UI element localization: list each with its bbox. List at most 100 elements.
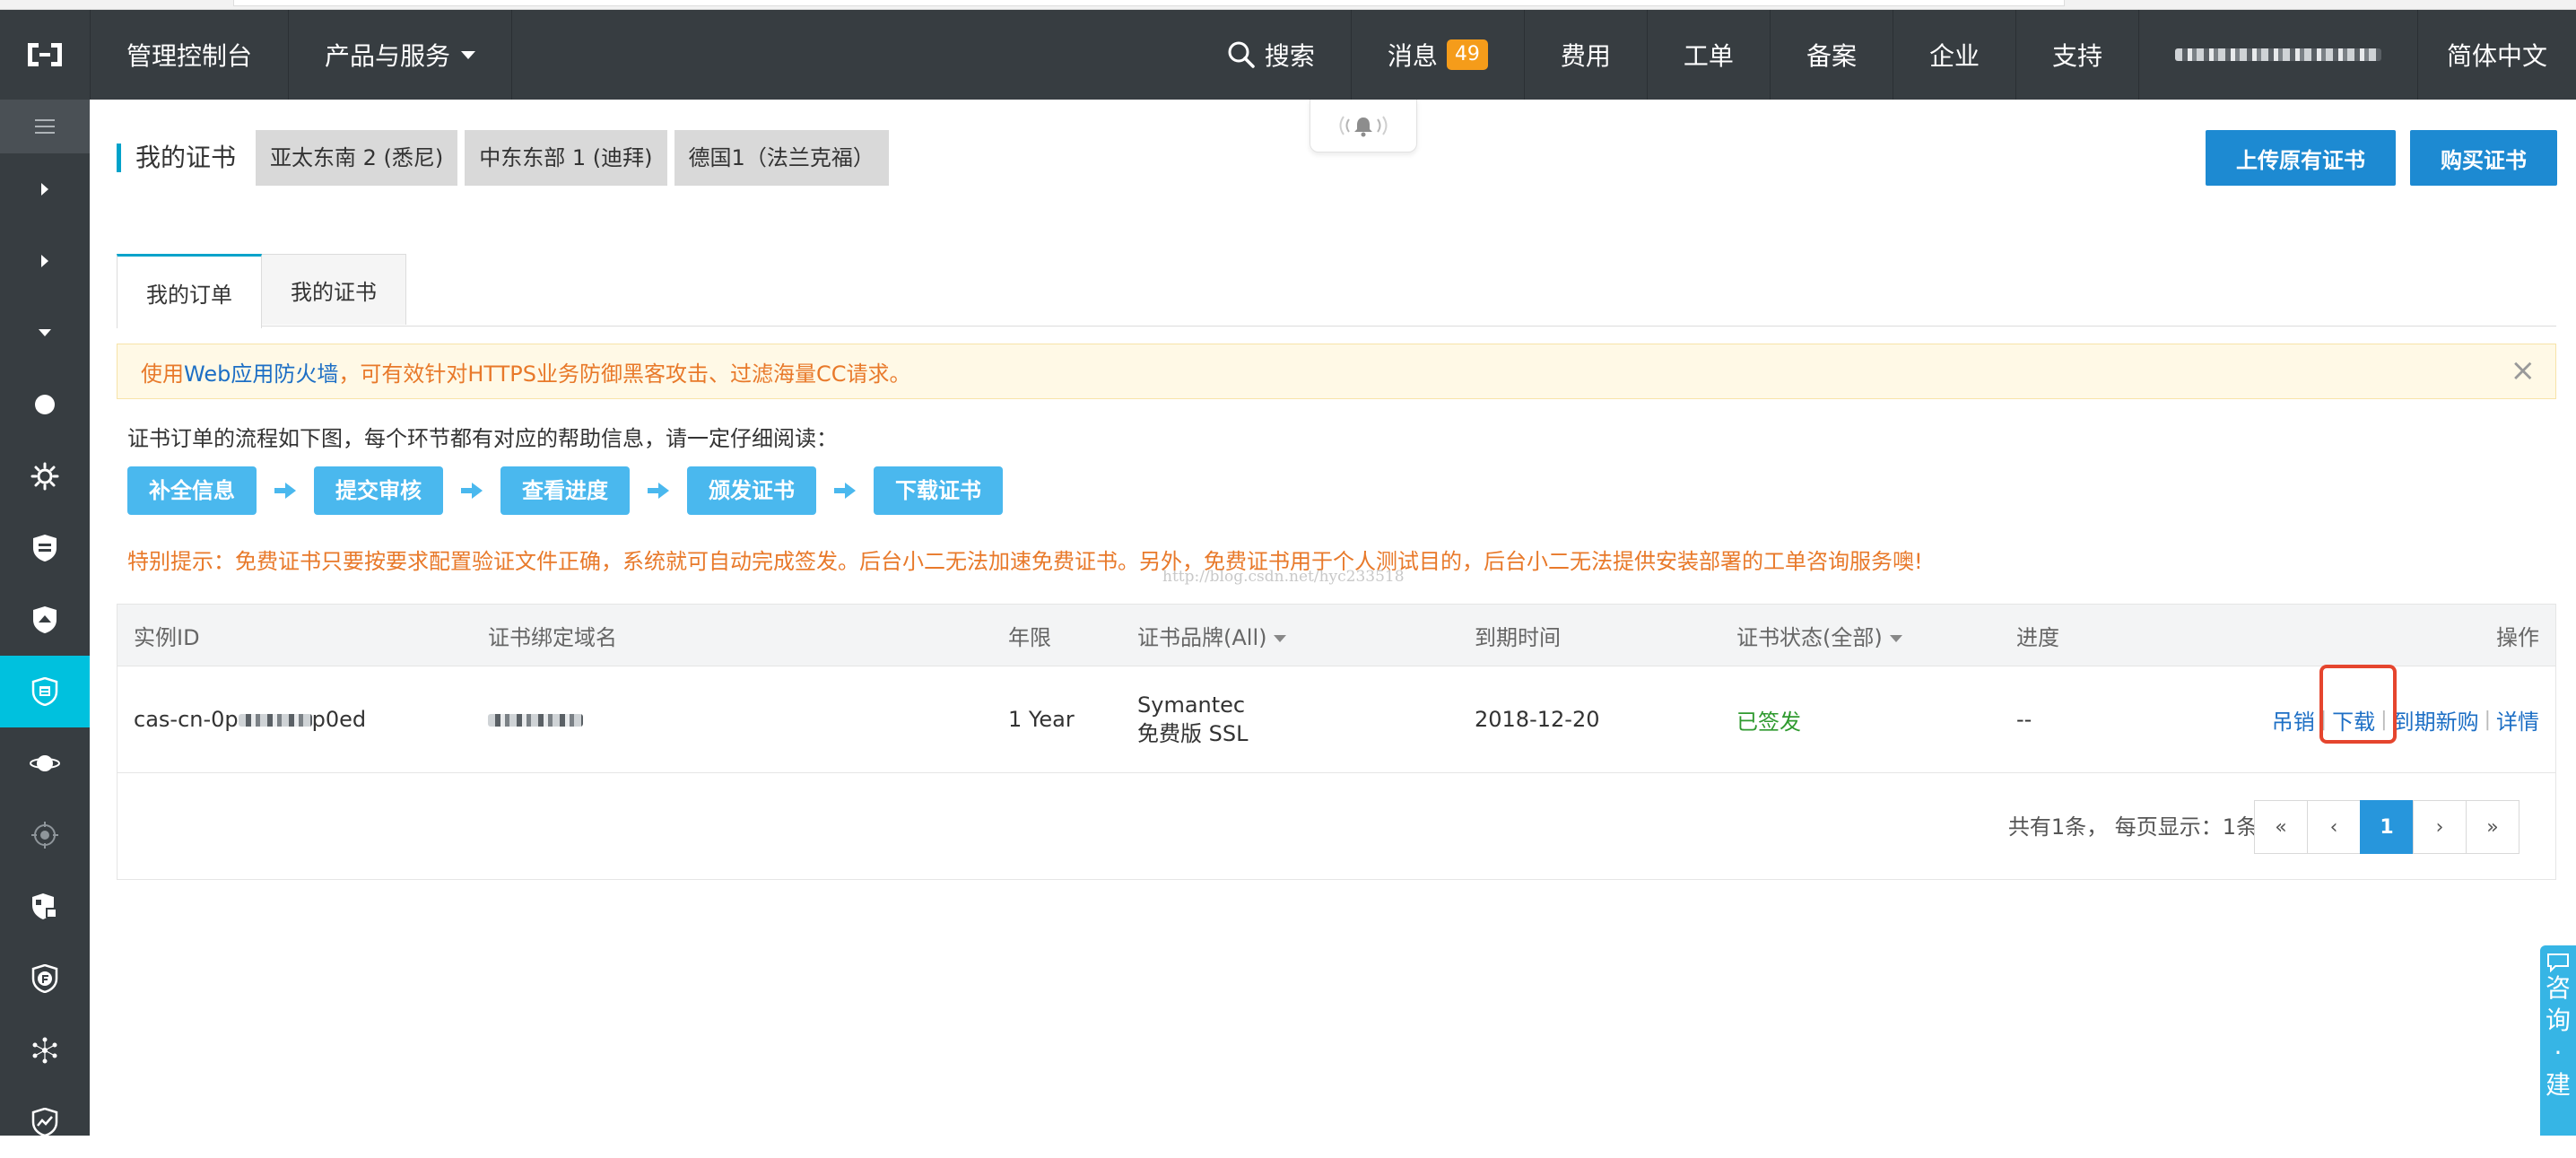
col-header-status-label: 证书状态(全部) — [1736, 624, 1883, 650]
details-link[interactable]: 详情 — [2496, 704, 2539, 736]
arrow-right-icon — [257, 483, 314, 499]
sidebar-item-shield-f[interactable] — [0, 943, 90, 1014]
sidebar-item-security-1[interactable] — [0, 512, 90, 584]
col-header-domain: 证书绑定域名 — [488, 624, 617, 650]
search-icon — [1228, 41, 1255, 68]
notification-bell[interactable] — [1310, 100, 1417, 152]
consult-char: · — [2554, 1038, 2563, 1067]
sidebar-item-certificates[interactable] — [0, 656, 90, 727]
col-header-status-filter[interactable]: 证书状态(全部) — [1736, 620, 1902, 651]
tab-my-certificates[interactable]: 我的证书 — [262, 254, 406, 325]
page-prev-button[interactable]: ‹ — [2307, 800, 2361, 854]
waf-link[interactable]: Web应用防火墙 — [184, 356, 338, 387]
upload-certificate-button[interactable]: 上传原有证书 — [2206, 130, 2396, 186]
sidebar-expand-2[interactable] — [0, 225, 90, 297]
top-navigation-bar: 管理控制台 产品与服务 搜索 消息 49 费用 工单 备案 企业 支持 简体中文 — [0, 10, 2576, 100]
revoke-link[interactable]: 吊销 — [2272, 704, 2315, 736]
page-number-button[interactable]: 1 — [2360, 800, 2414, 854]
alert-suffix: ，可有效针对HTTPS业务防御黑客攻击、过滤海量CC请求。 — [338, 361, 911, 387]
sidebar-item-settings[interactable] — [0, 440, 90, 512]
page-next-button[interactable]: › — [2413, 800, 2467, 854]
region-tab-frankfurt[interactable]: 德国1（法兰克福） — [674, 130, 889, 186]
region-tab-dubai[interactable]: 中东东部 1 (迪拜) — [465, 130, 667, 186]
nav-console[interactable]: 管理控制台 — [91, 10, 290, 100]
menu-icon — [35, 119, 55, 134]
nav-messages[interactable]: 消息 49 — [1352, 10, 1525, 100]
nav-beian[interactable]: 备案 — [1771, 10, 1893, 100]
messages-count-badge: 49 — [1446, 39, 1488, 70]
dot-icon — [35, 395, 55, 414]
pagination-bar: 共有1条， 每页显示：1条 « ‹ 1 › » — [117, 773, 2555, 879]
nav-enterprise[interactable]: 企业 — [1893, 10, 2016, 100]
nav-enterprise-label: 企业 — [1928, 41, 1980, 71]
sidebar-item-security-2[interactable] — [0, 584, 90, 656]
col-header-brand-filter[interactable]: 证书品牌(All) — [1137, 620, 1287, 651]
cell-progress: -- — [2016, 707, 2032, 732]
flow-step-download-certificate[interactable]: 下载证书 — [874, 466, 1003, 515]
nav-search[interactable]: 搜索 — [1191, 10, 1352, 100]
nav-billing-label: 费用 — [1560, 41, 1611, 71]
download-link[interactable]: 下载 — [2319, 664, 2398, 744]
certificate-icon — [31, 677, 58, 706]
sidebar-expand-1[interactable] — [0, 153, 90, 225]
flow-step-check-progress[interactable]: 查看进度 — [500, 466, 630, 515]
sidebar-toggle[interactable] — [0, 100, 90, 153]
close-icon[interactable]: × — [2511, 355, 2537, 386]
shield-icon — [33, 535, 57, 562]
chevron-down-icon — [39, 329, 51, 336]
flow-step-issue-certificate[interactable]: 颁发证书 — [687, 466, 816, 515]
nav-billing[interactable]: 费用 — [1525, 10, 1648, 100]
nav-support[interactable]: 支持 — [2016, 10, 2139, 100]
sidebar-item-target[interactable] — [0, 799, 90, 871]
cell-term: 1 Year — [1008, 707, 1075, 732]
order-flow: 补全信息 提交审核 查看进度 颁发证书 下载证书 — [127, 466, 1003, 515]
nav-products-dropdown[interactable]: 产品与服务 — [289, 10, 513, 100]
special-notice: 特别提示：免费证书只要按要求配置验证文件正确，系统就可自动完成签发。后台小二无法… — [127, 549, 1923, 574]
browser-address-bar — [233, 0, 2065, 6]
sidebar-item-network[interactable] — [0, 1014, 90, 1086]
buy-certificate-button[interactable]: 购买证书 — [2410, 130, 2557, 186]
main-content: 我的证书 亚太东南 2 (悉尼) 中东东部 1 (迪拜) 德国1（法兰克福） 上… — [90, 100, 2576, 1136]
nav-user-account[interactable] — [2139, 10, 2418, 100]
table-header: 实例ID 证书绑定域名 年限 证书品牌(All) 到期时间 证书状态(全部) 进… — [117, 605, 2555, 666]
instance-id-prefix: cas-cn-0p — [134, 707, 239, 732]
chevron-right-icon — [41, 183, 48, 196]
page-first-button[interactable]: « — [2254, 800, 2308, 854]
renew-link[interactable]: 到期新购 — [2393, 704, 2479, 736]
sidebar-item-overview[interactable] — [0, 369, 90, 440]
browser-chrome-strip — [0, 0, 2576, 10]
region-tab-sydney[interactable]: 亚太东南 2 (悉尼) — [256, 130, 458, 186]
arrow-right-icon — [816, 483, 874, 499]
flow-step-submit-review[interactable]: 提交审核 — [314, 466, 443, 515]
instance-id-suffix: p0ed — [311, 707, 367, 732]
arrow-right-icon — [630, 483, 687, 499]
table-row: cas-cn-0p p0ed 1 Year Symantec 免费版 SSL 201… — [117, 664, 2555, 773]
blurred-username — [2174, 48, 2381, 61]
page-last-button[interactable]: » — [2466, 800, 2519, 854]
nav-language-label: 简体中文 — [2446, 41, 2547, 71]
tab-my-orders[interactable]: 我的订单 — [117, 254, 262, 328]
blurred-id-middle — [238, 714, 312, 727]
row-actions: 吊销 | 下载 | 到期新购 | 详情 — [2272, 664, 2539, 744]
sidebar-item-shield-lock[interactable] — [0, 871, 90, 943]
consult-feedback-tab[interactable]: 咨 询 · 建 — [2540, 945, 2576, 1136]
cell-status-badge: 已签发 — [1736, 709, 1801, 735]
nav-language[interactable]: 简体中文 — [2418, 10, 2576, 100]
nav-console-label: 管理控制台 — [126, 41, 253, 71]
col-header-progress: 进度 — [2016, 624, 2059, 650]
aliyun-logo[interactable] — [0, 10, 91, 100]
target-icon — [31, 822, 58, 849]
nav-ticket-label: 工单 — [1683, 41, 1734, 71]
sidebar-item-planet[interactable] — [0, 727, 90, 799]
flow-step-complete-info[interactable]: 补全信息 — [127, 466, 257, 515]
col-header-brand-label: 证书品牌(All) — [1137, 624, 1267, 650]
pagination: « ‹ 1 › » — [2254, 800, 2519, 854]
sidebar-expand-3[interactable] — [0, 297, 90, 369]
chevron-right-icon — [41, 255, 48, 267]
sidebar-item-monitor[interactable] — [0, 1086, 90, 1158]
col-header-expire: 到期时间 — [1475, 624, 1561, 650]
nav-ticket[interactable]: 工单 — [1648, 10, 1771, 100]
highlight-box — [2319, 664, 2398, 744]
consult-char: 询 — [2545, 1006, 2571, 1035]
